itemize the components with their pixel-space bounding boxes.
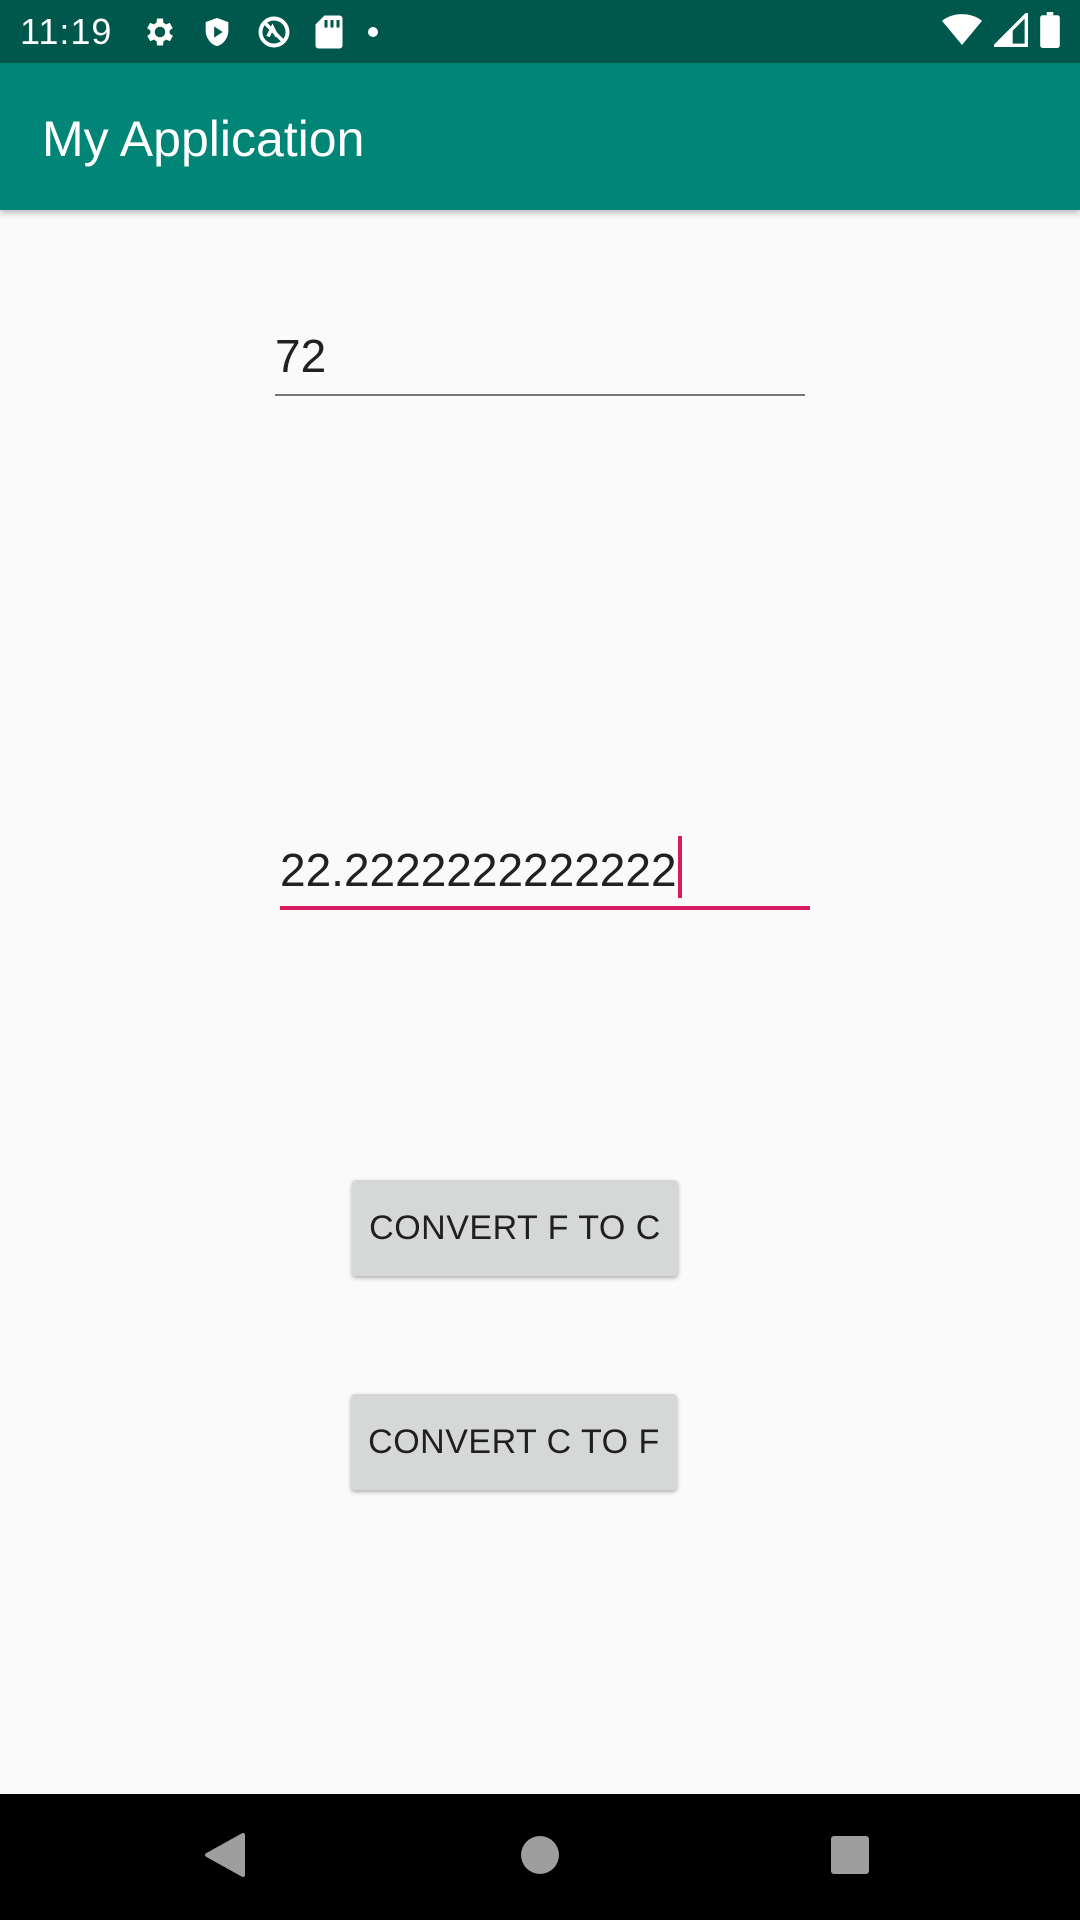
nav-bar [0,1794,1080,1920]
recents-button[interactable] [817,1824,883,1890]
home-icon [520,1835,560,1880]
celsius-value: 22.2222222222222 [280,844,677,896]
screen: 11:19 My Application 72 22.2222222222222… [0,0,1080,1920]
convert-f-to-c-button[interactable]: CONVERT F TO C [352,1180,678,1276]
app-bar: My Application [0,63,1080,210]
gear-icon [142,14,178,50]
wifi-icon [942,13,982,52]
dot-icon [366,25,380,39]
cell-signal-icon [991,10,1028,52]
celsius-text-wrap: 22.2222222222222 [280,836,682,898]
recents-icon [830,1835,870,1880]
sd-card-icon [314,14,344,50]
text-cursor [677,836,682,898]
status-icons-right [942,10,1060,53]
back-icon [203,1831,247,1884]
celsius-underline [280,906,810,910]
status-bar: 11:19 [0,0,1080,63]
fahrenheit-input[interactable]: 72 [275,320,805,396]
back-button[interactable] [192,1824,258,1890]
app-title: My Application [42,111,365,167]
status-icons-left [142,13,380,51]
fahrenheit-underline [275,394,805,396]
convert-c-to-f-button[interactable]: CONVERT C TO F [351,1394,677,1490]
battery-icon [1040,11,1060,53]
fahrenheit-value: 72 [275,330,327,382]
vpn-key-icon [256,14,292,50]
celsius-input[interactable]: 22.2222222222222 [280,830,810,910]
home-button[interactable] [507,1824,573,1890]
status-time: 11:19 [20,11,113,52]
shield-icon [200,14,234,50]
